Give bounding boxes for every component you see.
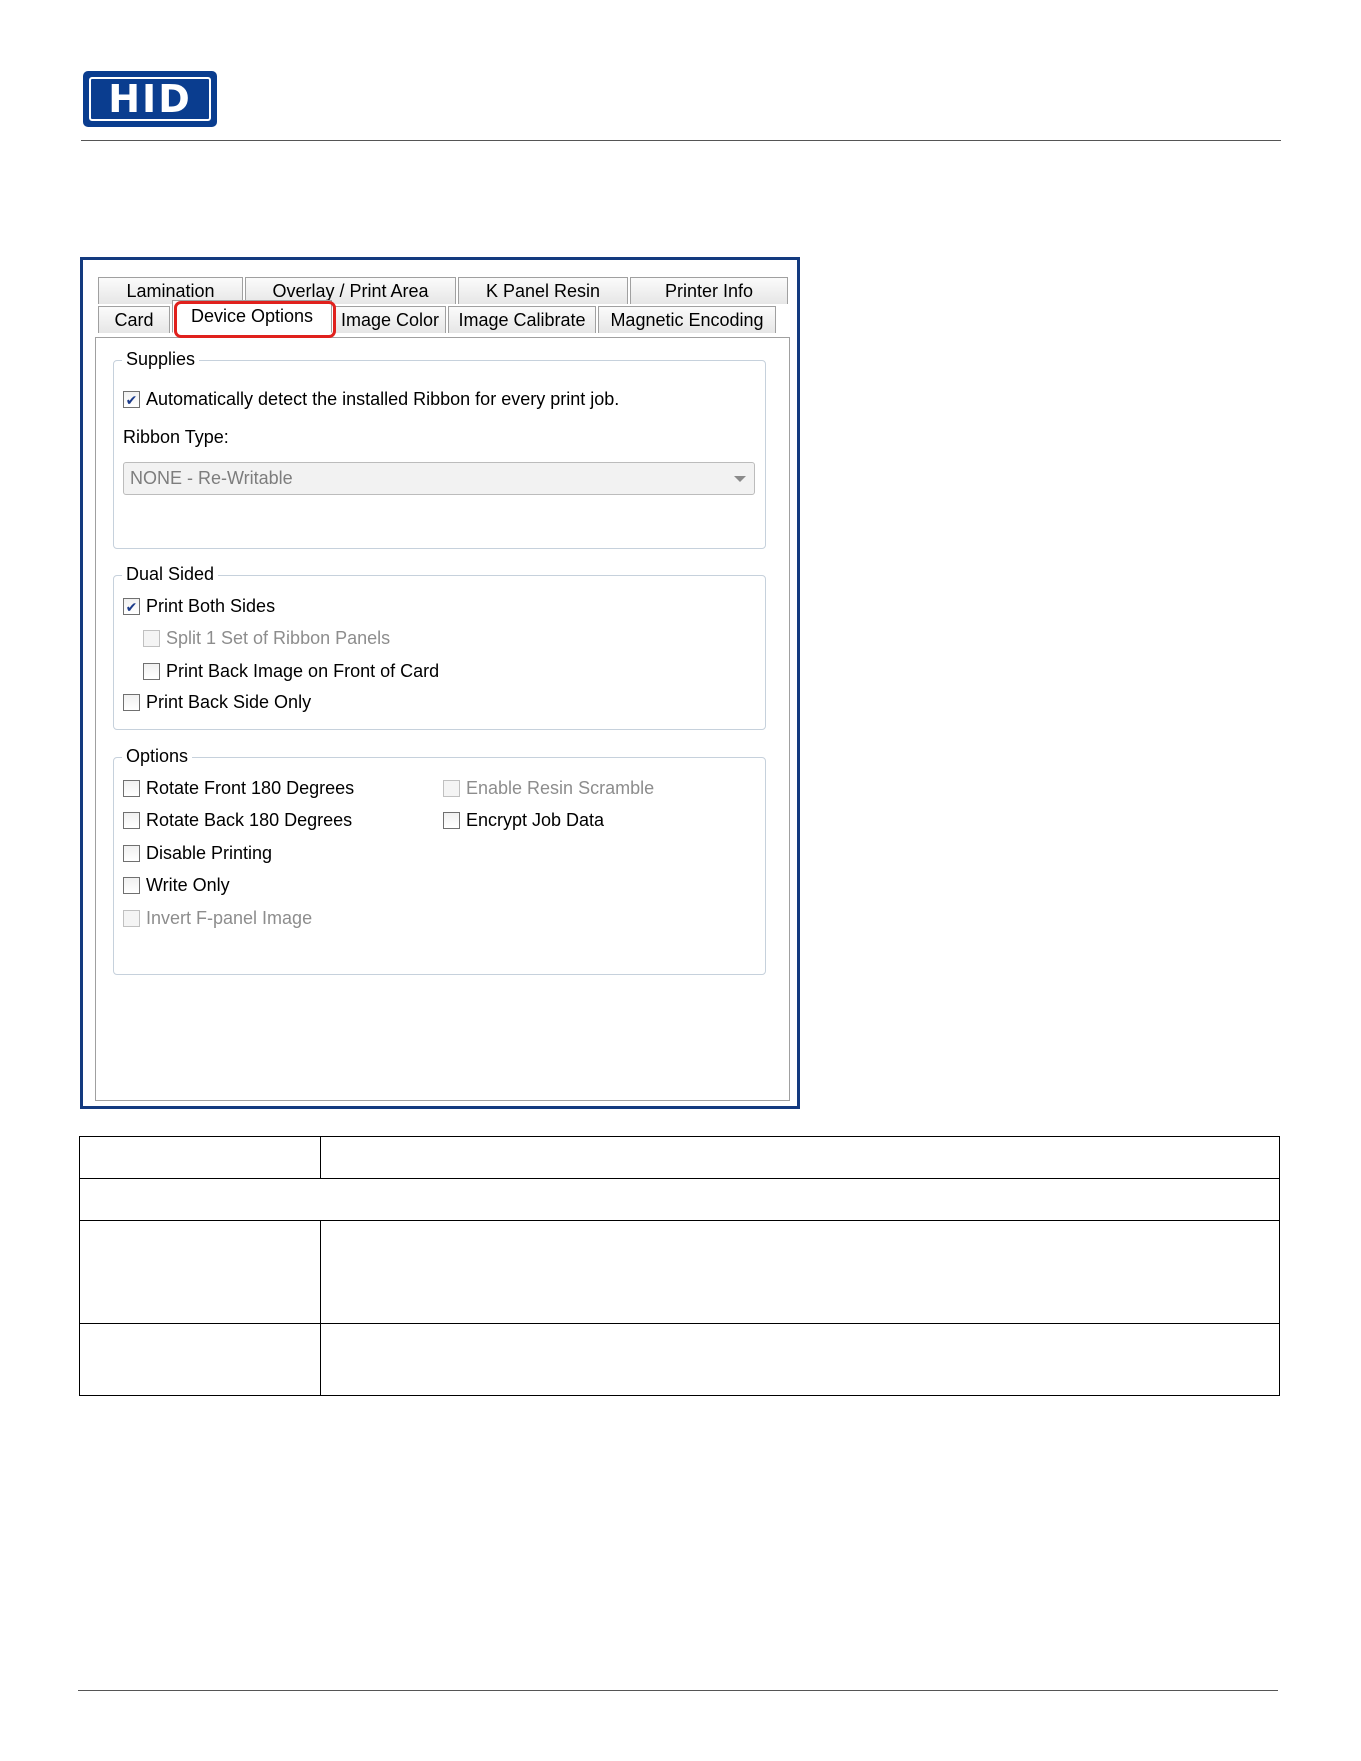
checkmark-icon[interactable]: ✔	[123, 598, 140, 615]
print-both-sides-checkbox[interactable]: ✔ Print Both Sides	[123, 596, 275, 617]
rotate-front-label: Rotate Front 180 Degrees	[146, 778, 355, 798]
print-back-side-only-checkbox[interactable]: Print Back Side Only	[123, 692, 311, 713]
table-cell	[320, 1220, 1280, 1324]
auto-detect-ribbon-label: Automatically detect the installed Ribbo…	[146, 389, 620, 409]
checkbox-box[interactable]	[143, 630, 160, 647]
checkbox-box[interactable]	[123, 845, 140, 862]
ribbon-type-value: NONE - Re-Writable	[130, 468, 293, 488]
table-cell	[79, 1178, 1280, 1221]
checkbox-box[interactable]	[123, 780, 140, 797]
checkbox-box[interactable]	[443, 780, 460, 797]
supplies-group: Supplies ✔ Automatically detect the inst…	[113, 349, 766, 549]
table-row	[79, 1323, 1280, 1396]
rotate-front-checkbox[interactable]: Rotate Front 180 Degrees	[123, 778, 354, 799]
encrypt-job-data-label: Encrypt Job Data	[466, 810, 605, 830]
table-cell	[320, 1136, 1280, 1179]
options-group: Options Rotate Front 180 Degrees Rotate …	[113, 746, 766, 975]
tab-magnetic-encoding[interactable]: Magnetic Encoding	[598, 306, 776, 333]
dual-sided-group: Dual Sided ✔ Print Both Sides Split 1 Se…	[113, 564, 766, 730]
footer-divider	[78, 1690, 1278, 1691]
rotate-back-checkbox[interactable]: Rotate Back 180 Degrees	[123, 810, 352, 831]
split-ribbon-panels-checkbox[interactable]: Split 1 Set of Ribbon Panels	[143, 628, 390, 649]
table-row	[79, 1136, 1280, 1179]
write-only-checkbox[interactable]: Write Only	[123, 875, 230, 896]
device-options-panel: Supplies ✔ Automatically detect the inst…	[95, 337, 790, 1101]
checkbox-box[interactable]	[443, 812, 460, 829]
enable-resin-scramble-label: Enable Resin Scramble	[466, 778, 655, 798]
checkbox-box[interactable]	[123, 910, 140, 927]
options-legend: Options	[122, 746, 193, 767]
description-table	[79, 1136, 1280, 1396]
dual-sided-legend: Dual Sided	[122, 564, 219, 585]
split-ribbon-panels-label: Split 1 Set of Ribbon Panels	[166, 628, 391, 648]
disable-printing-label: Disable Printing	[146, 843, 273, 863]
invert-f-panel-checkbox[interactable]: Invert F-panel Image	[123, 908, 312, 929]
checkmark-icon[interactable]: ✔	[123, 391, 140, 408]
invert-f-panel-label: Invert F-panel Image	[146, 908, 313, 928]
table-cell	[320, 1323, 1280, 1396]
header-divider	[81, 140, 1281, 141]
logo-border: HID	[89, 77, 211, 121]
write-only-label: Write Only	[146, 875, 230, 895]
encrypt-job-data-checkbox[interactable]: Encrypt Job Data	[443, 810, 604, 831]
tab-k-panel-resin[interactable]: K Panel Resin	[458, 277, 628, 304]
checkbox-box[interactable]	[143, 663, 160, 680]
checkbox-box[interactable]	[123, 812, 140, 829]
rotate-back-label: Rotate Back 180 Degrees	[146, 810, 353, 830]
checkbox-box[interactable]	[123, 694, 140, 711]
table-row	[79, 1178, 1280, 1221]
ribbon-type-label: Ribbon Type:	[123, 427, 229, 447]
supplies-legend: Supplies	[122, 349, 200, 370]
tab-image-calibrate[interactable]: Image Calibrate	[448, 306, 596, 333]
table-cell	[79, 1136, 321, 1179]
checkbox-box[interactable]	[123, 877, 140, 894]
table-cell	[79, 1220, 321, 1324]
ribbon-type-select[interactable]: NONE - Re-Writable	[123, 462, 755, 495]
table-cell	[79, 1323, 321, 1396]
tab-card[interactable]: Card	[98, 306, 170, 333]
print-both-sides-label: Print Both Sides	[146, 596, 276, 616]
print-back-on-front-checkbox[interactable]: Print Back Image on Front of Card	[143, 661, 439, 682]
tab-image-color[interactable]: Image Color	[334, 306, 446, 333]
active-tab-highlight	[174, 301, 336, 338]
enable-resin-scramble-checkbox[interactable]: Enable Resin Scramble	[443, 778, 654, 799]
hid-logo: HID	[83, 71, 217, 127]
print-back-on-front-label: Print Back Image on Front of Card	[166, 661, 440, 681]
chevron-down-icon	[734, 476, 746, 482]
table-row	[79, 1220, 1280, 1324]
print-back-side-only-label: Print Back Side Only	[146, 692, 312, 712]
logo-text: HID	[108, 77, 192, 121]
disable-printing-checkbox[interactable]: Disable Printing	[123, 843, 272, 864]
tab-printer-info[interactable]: Printer Info	[630, 277, 788, 304]
auto-detect-ribbon-checkbox[interactable]: ✔ Automatically detect the installed Rib…	[123, 389, 619, 410]
